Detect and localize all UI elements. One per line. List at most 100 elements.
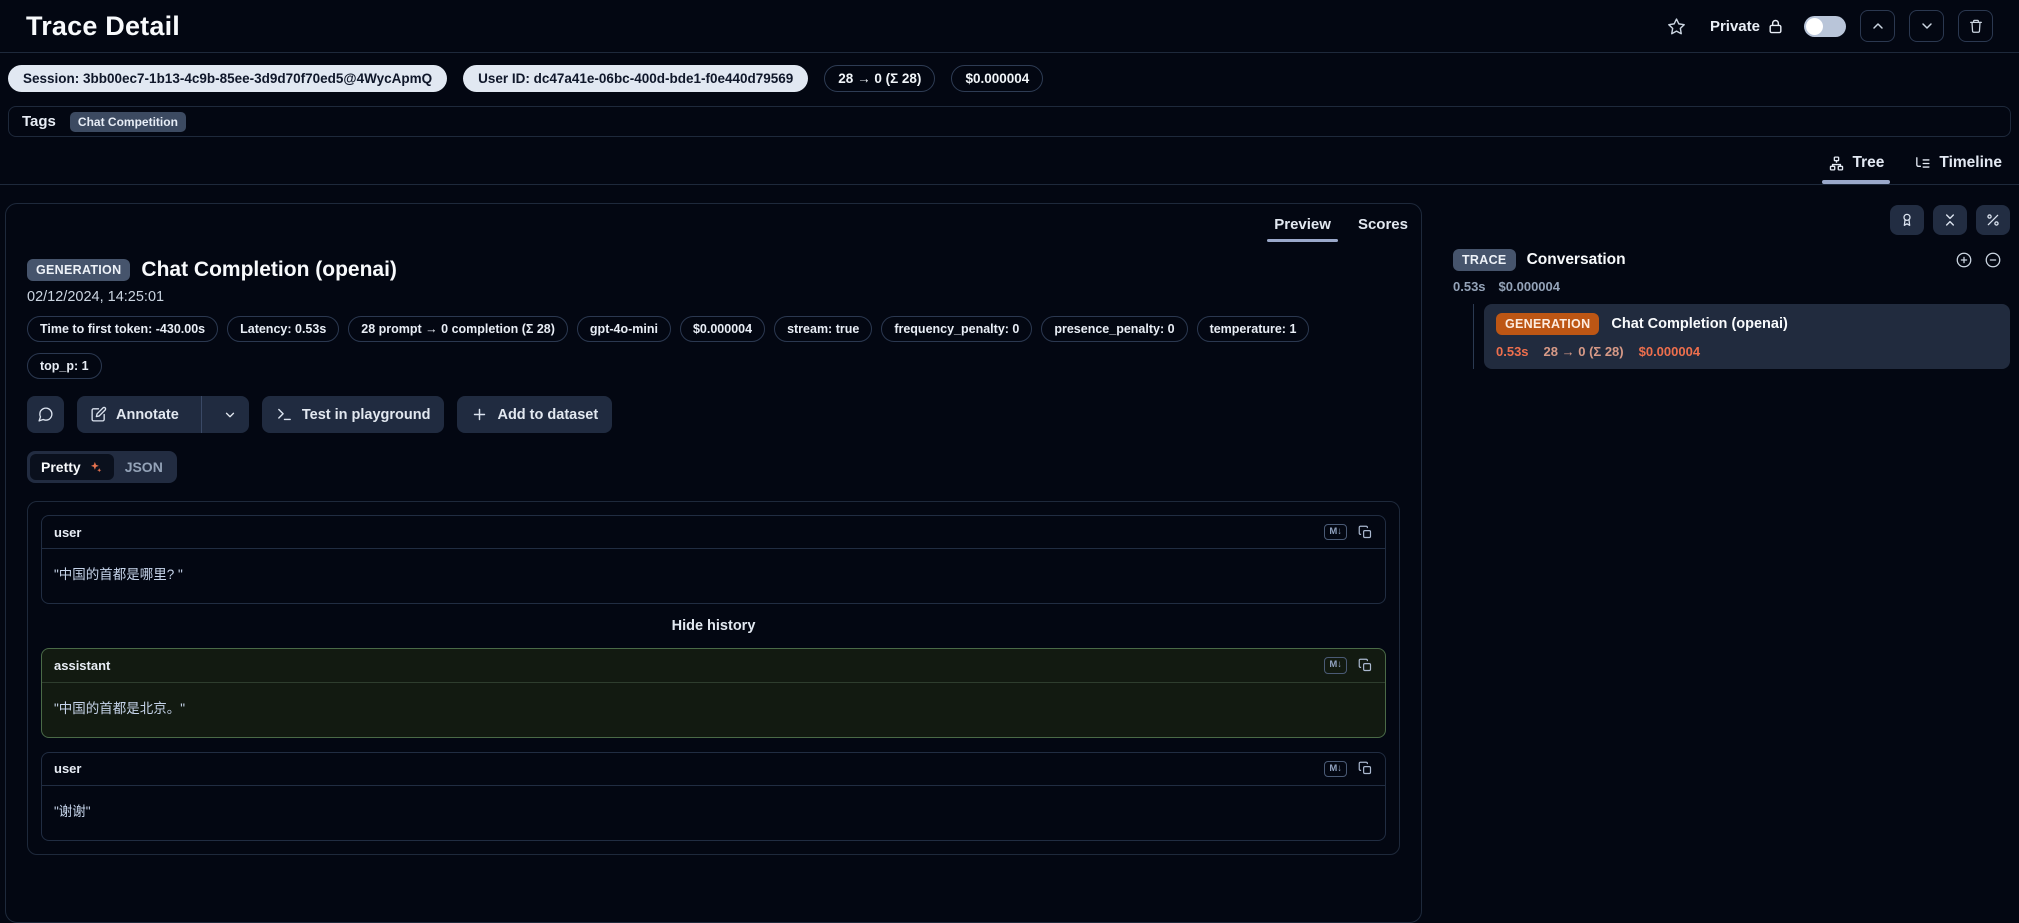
header-divider	[0, 52, 2019, 53]
chevron-down-icon	[1919, 18, 1935, 34]
annotate-button[interactable]: Annotate	[77, 396, 249, 433]
percent-icon	[1985, 212, 2001, 228]
message-role: user	[54, 761, 81, 776]
stream-badge: stream: true	[774, 316, 872, 342]
tab-tree-label: Tree	[1853, 154, 1885, 172]
message-content: "中国的首都是哪里? "	[42, 549, 1385, 603]
top-p-badge: top_p: 1	[27, 353, 102, 379]
message-role: user	[54, 525, 81, 540]
trash-icon	[1968, 18, 1984, 34]
page-header: Trace Detail Private	[0, 0, 2019, 52]
generation-node-metrics: 0.53s 28 → 0 (Σ 28) $0.000004	[1496, 344, 1998, 359]
message-content: "中国的首都是北京。"	[42, 683, 1385, 737]
comment-icon	[37, 406, 54, 423]
markdown-toggle-icon[interactable]: M↓	[1324, 524, 1347, 540]
annotate-label: Annotate	[116, 407, 179, 423]
annotate-pencil-icon	[90, 406, 107, 423]
playground-button[interactable]: Test in playground	[262, 396, 445, 433]
lock-icon	[1767, 18, 1784, 35]
message-content: "谢谢"	[42, 786, 1385, 840]
prev-trace-button[interactable]	[1860, 10, 1895, 42]
tags-label: Tags	[22, 113, 56, 130]
playground-label: Test in playground	[302, 407, 431, 423]
time-to-first-token-badge: Time to first token: -430.00s	[27, 316, 218, 342]
markdown-toggle-icon[interactable]: M↓	[1324, 761, 1347, 777]
message-user-1: user M↓ "中国的首都是哪里? "	[41, 515, 1386, 604]
private-label: Private	[1710, 18, 1760, 35]
bookmark-star-icon[interactable]	[1667, 17, 1686, 36]
trace-title: Conversation	[1527, 251, 1626, 269]
add-to-dataset-button[interactable]: Add to dataset	[457, 396, 612, 433]
actions-row: Annotate Test in playground	[27, 396, 1400, 433]
copy-icon[interactable]	[1358, 761, 1373, 776]
model-badge[interactable]: gpt-4o-mini	[577, 316, 671, 342]
observation-type-badge: GENERATION	[27, 259, 130, 281]
copy-icon[interactable]	[1358, 525, 1373, 540]
fold-vertical-icon	[1942, 212, 1958, 228]
json-toggle[interactable]: JSON	[114, 454, 174, 480]
prompt-completion-badge: 28 prompt → 0 completion (Σ 28)	[348, 316, 568, 342]
sparkles-icon	[88, 460, 103, 475]
trace-root-row[interactable]: TRACE Conversation	[1453, 249, 2010, 271]
hide-history-button[interactable]: Hide history	[672, 618, 756, 634]
message-role: assistant	[54, 658, 110, 673]
add-to-dataset-label: Add to dataset	[497, 407, 598, 423]
toggle-knob	[1806, 18, 1823, 35]
generation-type-badge: GENERATION	[1496, 313, 1599, 335]
comment-button[interactable]	[27, 396, 64, 433]
pretty-toggle[interactable]: Pretty	[30, 454, 114, 480]
node-latency: 0.53s	[1496, 344, 1529, 359]
page-title: Trace Detail	[26, 11, 180, 42]
format-toggle: Pretty JSON	[27, 451, 177, 483]
trace-meta-row: Session: 3bb00ec7-1b13-4c9b-85ee-3d9d70f…	[8, 65, 2011, 92]
main-area: Preview Scores GENERATION Chat Completio…	[0, 203, 2019, 923]
collapse-node-icon[interactable]	[1984, 251, 2002, 269]
message-header: user M↓	[42, 753, 1385, 786]
trace-type-badge: TRACE	[1453, 249, 1516, 271]
tree-body: TRACE Conversation 0.53s $0.000004	[1432, 249, 2010, 369]
markdown-toggle-icon[interactable]: M↓	[1324, 657, 1347, 673]
message-assistant-1: assistant M↓ "中国的首都是北京。"	[41, 648, 1386, 737]
session-badge[interactable]: Session: 3bb00ec7-1b13-4c9b-85ee-3d9d70f…	[8, 65, 447, 92]
tab-scores[interactable]: Scores	[1358, 216, 1408, 242]
frequency-penalty-badge: frequency_penalty: 0	[881, 316, 1032, 342]
public-toggle[interactable]	[1804, 16, 1846, 37]
trace-latency: 0.53s	[1453, 279, 1486, 294]
chevron-down-icon	[223, 408, 237, 422]
generation-node[interactable]: GENERATION Chat Completion (openai) 0.53…	[1484, 304, 2010, 369]
chevron-up-icon	[1870, 18, 1886, 34]
tab-timeline[interactable]: Timeline	[1914, 154, 2002, 184]
observation-badges-row2: top_p: 1	[27, 353, 1400, 379]
panel-tabs: Preview Scores	[6, 204, 1421, 242]
tab-preview[interactable]: Preview	[1274, 216, 1331, 242]
trace-metrics: 0.53s $0.000004	[1453, 279, 2010, 294]
observation-title: Chat Completion (openai)	[141, 258, 397, 282]
expand-all-icon[interactable]	[1955, 251, 1973, 269]
tag-chip: Chat Competition	[70, 112, 186, 132]
next-trace-button[interactable]	[1909, 10, 1944, 42]
terminal-icon	[276, 406, 293, 423]
copy-icon[interactable]	[1358, 658, 1373, 673]
scores-toggle-button[interactable]	[1890, 205, 1924, 235]
observation-detail-card: Preview Scores GENERATION Chat Completio…	[5, 203, 1422, 923]
tab-tree[interactable]: Tree	[1828, 154, 1885, 184]
pretty-label: Pretty	[41, 459, 81, 475]
token-usage-badge: 28 → 0 (Σ 28)	[824, 65, 935, 92]
user-id-badge[interactable]: User ID: dc47a41e-06bc-400d-bde1-f0e440d…	[463, 65, 808, 92]
timeline-icon	[1914, 155, 1931, 172]
tree-toolbar	[1432, 205, 2010, 235]
trace-tree-panel: TRACE Conversation 0.53s $0.000004	[1432, 203, 2019, 369]
node-tokens: 28 → 0 (Σ 28)	[1544, 344, 1624, 359]
annotate-dropdown-button[interactable]	[211, 396, 249, 433]
delete-trace-button[interactable]	[1958, 10, 1993, 42]
annotate-split-divider	[201, 396, 202, 433]
tags-container[interactable]: Tags Chat Competition	[8, 106, 2011, 137]
award-icon	[1899, 212, 1915, 228]
message-header: assistant M↓	[42, 649, 1385, 682]
messages-container: user M↓ "中国的首都是哪里? " Hide history	[27, 501, 1400, 855]
visibility-status: Private	[1710, 18, 1784, 35]
tree-indent-guide: GENERATION Chat Completion (openai) 0.53…	[1473, 304, 2010, 369]
collapse-all-button[interactable]	[1933, 205, 1967, 235]
metrics-toggle-button[interactable]	[1976, 205, 2010, 235]
cost-badge: $0.000004	[951, 65, 1043, 92]
